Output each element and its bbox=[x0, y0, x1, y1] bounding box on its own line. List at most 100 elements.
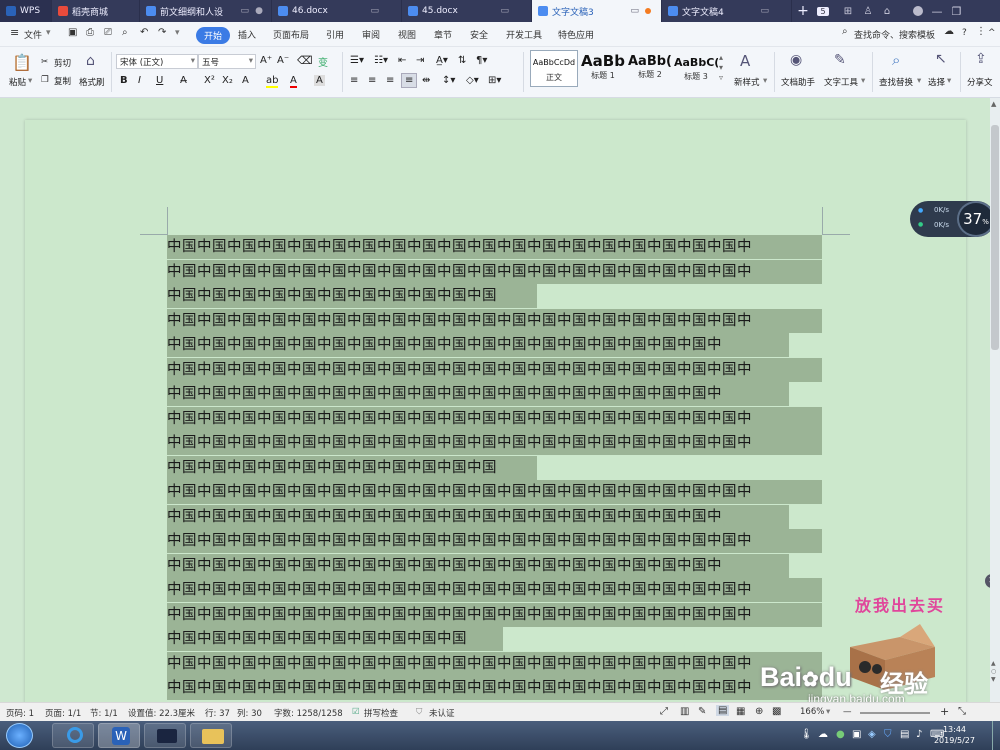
menu-security[interactable]: 安全 bbox=[470, 28, 488, 41]
zoom-level[interactable]: 166% bbox=[800, 707, 824, 717]
command-search[interactable]: 查找命令、搜索模板 bbox=[854, 28, 935, 41]
tab-document[interactable]: 前文细纲和人设 ▭ ● bbox=[140, 0, 272, 22]
taskbar-ie[interactable] bbox=[52, 723, 94, 748]
distribute-icon[interactable]: ⇹ bbox=[422, 75, 430, 86]
align-left-icon[interactable]: ≡ bbox=[350, 75, 358, 86]
zoom-out-icon[interactable]: — bbox=[843, 707, 852, 717]
find-replace-button[interactable]: 查找替换 bbox=[879, 76, 913, 88]
fullscreen-icon[interactable]: ⤢ bbox=[660, 706, 668, 717]
status-col[interactable]: 列: 30 bbox=[237, 707, 262, 719]
style-heading-1[interactable]: AaBb 标题 1 bbox=[580, 50, 626, 87]
document-line[interactable]: 中国中国中国中国中国中国中国中国中国中国中国 bbox=[167, 455, 537, 480]
cut-button[interactable]: 剪切 bbox=[54, 57, 71, 69]
subscript-icon[interactable]: X₂ bbox=[222, 75, 233, 86]
screen-icon[interactable]: ▭ bbox=[240, 6, 249, 16]
font-family-select[interactable]: 宋体 (正文) ▾ bbox=[116, 54, 198, 69]
status-section[interactable]: 节: 1/1 bbox=[90, 707, 118, 719]
menu-references[interactable]: 引用 bbox=[326, 28, 344, 41]
chevron-down-icon[interactable]: ▾ bbox=[763, 76, 767, 86]
clear-format-icon[interactable]: ⌫ bbox=[297, 54, 313, 67]
menu-features[interactable]: 特色应用 bbox=[558, 28, 594, 41]
chevron-down-icon[interactable]: ▾ bbox=[46, 28, 51, 38]
menu-developer[interactable]: 开发工具 bbox=[506, 28, 542, 41]
menu-view[interactable]: 视图 bbox=[398, 28, 416, 41]
skin-icon[interactable]: ⊞ bbox=[844, 6, 852, 17]
new-style-button[interactable]: 新样式 bbox=[734, 76, 760, 88]
chevron-down-icon[interactable]: ▾ bbox=[917, 76, 921, 86]
chinese-layout-icon[interactable]: A̲▾ bbox=[436, 55, 448, 66]
border-icon[interactable]: ⊞▾ bbox=[488, 75, 501, 86]
doc-assistant-icon[interactable]: ◉ bbox=[790, 52, 802, 68]
taskbar-app[interactable] bbox=[144, 723, 186, 748]
format-painter-icon[interactable]: ⌂ bbox=[86, 53, 95, 69]
italic-icon[interactable]: I bbox=[138, 75, 141, 86]
screen-icon[interactable]: ▭ bbox=[630, 6, 639, 16]
document-line[interactable]: 中国中国中国中国中国中国中国中国中国中国中国 bbox=[167, 284, 537, 308]
align-center-icon[interactable]: ≡ bbox=[368, 75, 376, 86]
tab-wps[interactable]: WPS bbox=[0, 0, 52, 22]
tab-count-badge[interactable]: 5 bbox=[814, 0, 832, 22]
spell-check[interactable]: 拼写检查 bbox=[364, 707, 398, 719]
restore-icon[interactable]: ❐ bbox=[952, 5, 962, 18]
style-heading-3[interactable]: AaBbC( 标题 3 bbox=[674, 50, 718, 87]
chevron-down-icon[interactable]: ▾ bbox=[175, 28, 180, 38]
document-line[interactable]: 中国中国中国中国中国中国中国中国中国中国中国中国中国中国中国中国中国中国中国中 bbox=[167, 431, 823, 455]
document-line[interactable]: 中国中国中国中国中国中国中国中国中国中国中国中国中国中国中国中国中国中国中国中 bbox=[167, 529, 823, 553]
tab-document[interactable]: 46.docx ▭ bbox=[272, 0, 402, 22]
show-marks-icon[interactable]: ¶▾ bbox=[476, 55, 487, 66]
strikethrough-icon[interactable]: A̶ bbox=[180, 75, 187, 86]
share-icon[interactable]: ⇪ bbox=[975, 51, 987, 67]
scissors-icon[interactable]: ✂ bbox=[41, 57, 48, 67]
edit-mode-icon[interactable]: ✎ bbox=[698, 706, 706, 717]
doc-assistant-button[interactable]: 文档助手 bbox=[781, 76, 815, 88]
show-desktop-button[interactable] bbox=[992, 721, 1000, 750]
shirt-icon[interactable]: ♙ bbox=[864, 6, 873, 17]
thermometer-icon[interactable]: 🌡 bbox=[800, 729, 813, 740]
taskbar-explorer[interactable] bbox=[190, 723, 232, 748]
paste-button[interactable]: 粘贴 bbox=[9, 76, 26, 88]
system-clock[interactable]: 13:44 2019/5/27 bbox=[934, 724, 975, 746]
help-icon[interactable]: ? bbox=[962, 28, 967, 38]
document-line[interactable]: 中国中国中国中国中国中国中国中国中国中国中国中国中国中国中国中国中国中国中国中 bbox=[167, 308, 823, 333]
more-icon[interactable]: ⋮ bbox=[976, 26, 986, 37]
print-preview-icon[interactable]: ⌕ bbox=[122, 27, 128, 38]
document-line[interactable]: 中国中国中国中国中国中国中国中国中国中国 bbox=[167, 627, 503, 651]
tab-docer-store[interactable]: 稻壳商城 bbox=[52, 0, 140, 22]
align-right-icon[interactable]: ≡ bbox=[386, 75, 394, 86]
wrench-icon[interactable]: ✎ bbox=[834, 52, 846, 68]
minimize-icon[interactable]: — bbox=[932, 5, 943, 18]
menu-review[interactable]: 审阅 bbox=[362, 28, 380, 41]
cloud-icon[interactable]: ☁ bbox=[944, 26, 954, 37]
zoom-slider[interactable] bbox=[860, 712, 930, 714]
scrollbar-thumb[interactable] bbox=[991, 125, 999, 350]
taskbar-wps[interactable]: W bbox=[98, 723, 140, 748]
output-pdf-icon[interactable]: ⎙ bbox=[86, 27, 94, 38]
status-row[interactable]: 行: 37 bbox=[205, 707, 230, 719]
underline-icon[interactable]: U bbox=[156, 75, 163, 86]
char-shading-icon[interactable]: A bbox=[314, 75, 325, 86]
document-line[interactable]: 中国中国中国中国中国中国中国中国中国中国中国中国中国中国中国中国中国中国中国中 bbox=[167, 406, 823, 431]
status-page[interactable]: 页码: 1 bbox=[6, 707, 34, 719]
scroll-up-icon[interactable]: ▲ bbox=[991, 100, 996, 108]
paste-icon[interactable]: 📋 bbox=[12, 53, 32, 72]
tray-icon[interactable]: ◈ bbox=[868, 729, 876, 740]
tray-icon[interactable]: ▣ bbox=[852, 729, 861, 740]
document-line[interactable]: 中国中国中国中国中国中国中国中国中国中国中国中国中国中国中国中国中国中国中国中 bbox=[167, 651, 823, 676]
text-effect-icon[interactable]: A bbox=[242, 75, 249, 86]
cloud-icon[interactable]: ☁ bbox=[818, 729, 828, 740]
justify-icon[interactable]: ≡ bbox=[401, 73, 418, 88]
copy-button[interactable]: 复制 bbox=[54, 75, 71, 87]
cursor-icon[interactable]: ↖ bbox=[935, 51, 947, 67]
styles-scroll-icon[interactable]: ▴ ▾ ▿ bbox=[719, 53, 723, 83]
shrink-font-icon[interactable]: A⁻ bbox=[277, 55, 289, 66]
pinyin-icon[interactable]: 变 bbox=[318, 54, 328, 69]
numbered-list-icon[interactable]: ☷▾ bbox=[374, 55, 388, 66]
chevron-down-icon[interactable]: ▾ bbox=[28, 76, 32, 86]
document-line[interactable]: 中国中国中国中国中国中国中国中国中国中国中国中国中国中国中国中国中国中国中国中 bbox=[167, 235, 823, 259]
collapse-icon[interactable]: ^ bbox=[988, 28, 996, 38]
undo-icon[interactable]: ↶ bbox=[140, 27, 148, 38]
print-icon[interactable]: ⎚ bbox=[104, 27, 112, 38]
wechat-icon[interactable]: ● bbox=[836, 729, 845, 740]
web-view-icon[interactable]: ⊕ bbox=[755, 706, 763, 717]
screen-icon[interactable]: ▭ bbox=[370, 6, 379, 16]
